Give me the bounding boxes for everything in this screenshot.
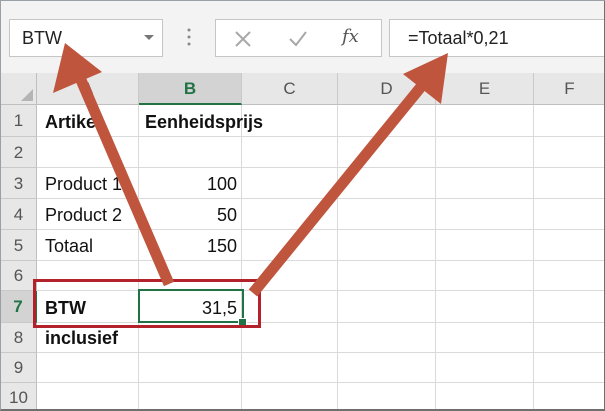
formula-input[interactable]: =Totaal*0,21 bbox=[389, 19, 604, 57]
cell-a3[interactable]: Product 1 bbox=[45, 174, 122, 195]
cell-b5[interactable]: 150 bbox=[141, 236, 237, 257]
name-box[interactable]: BTW bbox=[9, 19, 163, 57]
select-all-button[interactable] bbox=[1, 73, 37, 105]
column-header-c[interactable]: C bbox=[242, 73, 338, 105]
formula-buttons: fx bbox=[215, 19, 382, 57]
select-all-triangle-icon bbox=[21, 89, 33, 101]
highlight-box bbox=[33, 279, 261, 328]
cell-b4[interactable]: 50 bbox=[141, 205, 237, 226]
cell-a1[interactable]: Artikel bbox=[45, 112, 101, 133]
column-header-f[interactable]: F bbox=[534, 73, 604, 105]
cell-a5[interactable]: Totaal bbox=[45, 236, 93, 257]
column-header-d[interactable]: D bbox=[338, 73, 436, 105]
formula-text: =Totaal*0,21 bbox=[408, 28, 509, 48]
row-header-3[interactable]: 3 bbox=[1, 168, 37, 199]
more-vert-icon[interactable] bbox=[187, 27, 191, 47]
row-header-9[interactable]: 9 bbox=[1, 353, 37, 383]
gridline bbox=[37, 136, 604, 137]
fx-icon[interactable]: fx bbox=[342, 26, 359, 47]
chevron-down-icon[interactable] bbox=[142, 30, 156, 44]
gridline bbox=[37, 352, 604, 353]
row-header-5[interactable]: 5 bbox=[1, 230, 37, 261]
excel-window: BTW fx =Totaal*0,21 A B C D E F 1 2 3 4 … bbox=[0, 0, 605, 411]
row-header-8[interactable]: 8 bbox=[1, 323, 37, 353]
gridline bbox=[337, 105, 338, 409]
gridline bbox=[37, 382, 604, 383]
cell-b3[interactable]: 100 bbox=[141, 174, 237, 195]
name-box-value: BTW bbox=[22, 28, 62, 48]
row-header-4[interactable]: 4 bbox=[1, 199, 37, 230]
row-header-10[interactable]: 10 bbox=[1, 383, 37, 409]
cancel-x-icon[interactable] bbox=[234, 30, 252, 48]
enter-check-icon[interactable] bbox=[288, 30, 308, 48]
row-header-7[interactable]: 7 bbox=[1, 291, 37, 323]
row-header-2[interactable]: 2 bbox=[1, 137, 37, 168]
gridline bbox=[533, 105, 534, 409]
cell-b1[interactable]: Eenheidsprijs bbox=[145, 112, 263, 133]
gridline bbox=[37, 229, 604, 230]
gridline bbox=[138, 105, 139, 409]
column-header-a[interactable]: A bbox=[37, 73, 139, 105]
gridline bbox=[37, 167, 604, 168]
row-header-1[interactable]: 1 bbox=[1, 105, 37, 137]
cell-a8[interactable]: inclusief bbox=[45, 328, 118, 349]
column-header-b[interactable]: B bbox=[139, 73, 242, 105]
formula-bar-area: BTW fx =Totaal*0,21 bbox=[1, 1, 604, 73]
cell-a4[interactable]: Product 2 bbox=[45, 205, 122, 226]
column-header-e[interactable]: E bbox=[436, 73, 534, 105]
row-header-6[interactable]: 6 bbox=[1, 261, 37, 291]
gridline bbox=[37, 198, 604, 199]
gridline bbox=[241, 105, 242, 409]
gridline bbox=[435, 105, 436, 409]
gridline bbox=[37, 260, 604, 261]
